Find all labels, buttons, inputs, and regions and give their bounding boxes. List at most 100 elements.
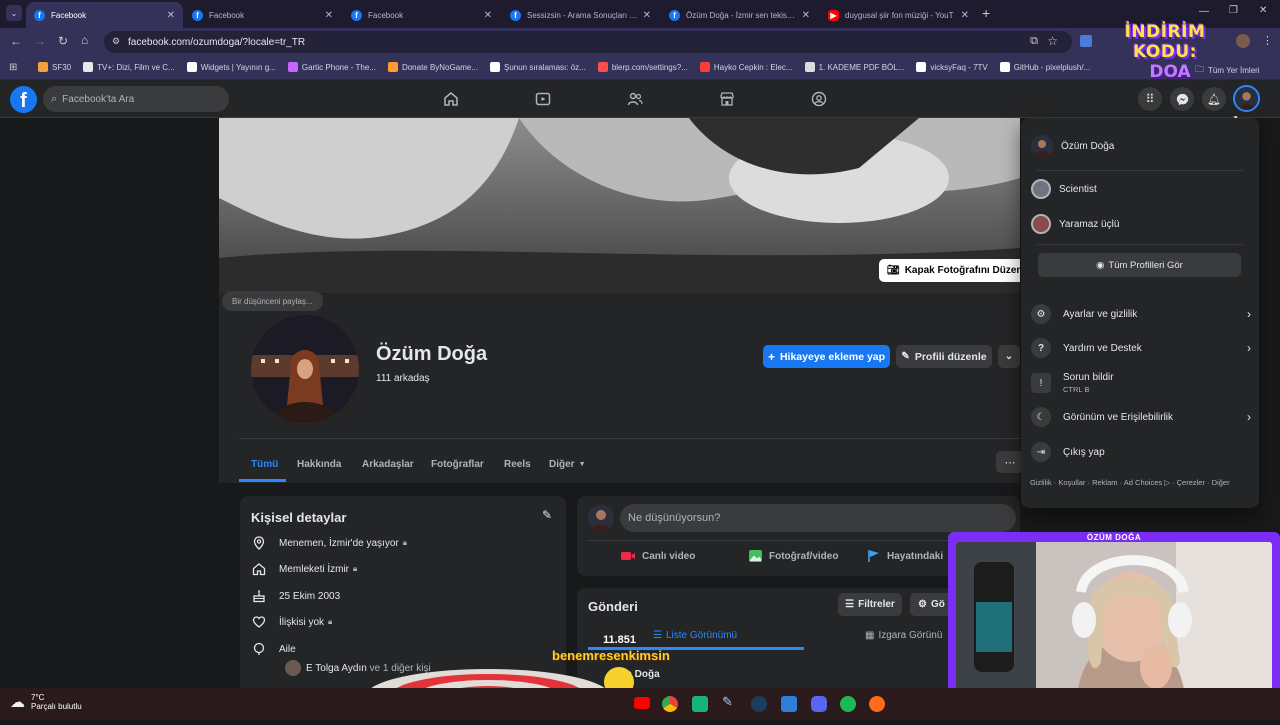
taskbar-app2-icon[interactable]	[781, 696, 797, 712]
taskbar-app3-icon[interactable]	[869, 696, 885, 712]
menu-footer-links[interactable]: Gizlilik · Koşullar · Reklam · Ad Choice…	[1030, 478, 1255, 488]
edit-profile-button[interactable]: ✎ Profili düzenle	[896, 345, 992, 368]
close-icon[interactable]: ✕	[484, 10, 492, 21]
photo-video-button[interactable]: Fotoğraf/video	[748, 549, 838, 563]
home-icon[interactable]: ⌂	[81, 33, 88, 47]
detail-text: Menemen, İzmir'de yaşıyor	[279, 537, 399, 549]
friends-nav-icon[interactable]	[627, 91, 643, 107]
taskbar-app-icon[interactable]	[692, 696, 708, 712]
browser-tab[interactable]: f Facebook ✕	[184, 2, 341, 28]
close-icon[interactable]: ✕	[961, 10, 969, 21]
profile-option[interactable]: Scientist	[1031, 178, 1251, 200]
composer-avatar[interactable]	[588, 505, 614, 531]
taskbar-spotify-icon[interactable]	[840, 696, 856, 712]
browser-tab[interactable]: f Özüm Doğa - İzmir sen tekisn i... ✕	[661, 2, 818, 28]
new-tab-button[interactable]: +	[982, 5, 990, 21]
home-nav-icon[interactable]	[443, 91, 459, 107]
browser-tab[interactable]: ▶ duygusal şiir fon müziği - YouT ✕	[820, 2, 977, 28]
reload-icon[interactable]: ↻	[58, 34, 68, 48]
close-icon[interactable]: ✕	[802, 10, 810, 21]
menu-logout[interactable]: ⇥ Çıkış yap	[1031, 441, 1251, 463]
profile-option[interactable]: Yaramaz üçlü	[1031, 213, 1251, 235]
messenger-icon[interactable]	[1170, 87, 1194, 111]
bookmark-item[interactable]: Gartic Phone - The...	[287, 62, 376, 72]
groups-nav-icon[interactable]	[811, 91, 827, 107]
menu-report[interactable]: ! Sorun bildir CTRL B	[1031, 370, 1251, 396]
taskbar-discord-icon[interactable]	[811, 696, 827, 712]
browser-tab[interactable]: f Facebook ✕	[26, 2, 183, 28]
profile-option[interactable]: Özüm Doğa	[1031, 134, 1251, 158]
taskbar-chrome-icon[interactable]	[662, 696, 678, 712]
add-story-button[interactable]: + Hikayeye ekleme yap	[763, 345, 890, 368]
facebook-search[interactable]: ⌕ Facebook'ta Ara	[43, 86, 229, 112]
tab-friends[interactable]: Arkadaşlar	[362, 459, 414, 470]
account-avatar[interactable]	[1233, 85, 1260, 112]
video-nav-icon[interactable]	[535, 91, 551, 107]
bookmark-item[interactable]: TV+: Dizi, Film ve C...	[83, 62, 175, 72]
list-view-tab[interactable]: ☰ Liste Görünümü	[653, 630, 737, 641]
live-video-button[interactable]: Canlı video	[620, 549, 695, 563]
filters-button[interactable]: ☰ Filtreler	[838, 593, 902, 616]
friends-count[interactable]: 111 arkadaş	[376, 373, 430, 384]
life-event-button[interactable]: Hayatındaki	[867, 549, 943, 563]
bookmark-item[interactable]: Donate ByNoGame...	[387, 62, 478, 72]
facebook-icon: f	[351, 9, 362, 21]
bookmark-favicon-icon	[287, 62, 298, 72]
thought-bubble[interactable]: Bir düşünceni paylaş...	[222, 291, 323, 311]
menu-help[interactable]: ? Yardım ve Destek ›	[1031, 337, 1251, 359]
maximize-button[interactable]: ❐	[1229, 5, 1238, 16]
edit-pencil-icon[interactable]: ✎	[542, 508, 552, 522]
notifications-bell-icon[interactable]: 🔔︎	[1202, 87, 1226, 111]
cover-photo[interactable]: 📷︎ Kapak Fotoğrafını Düzenle	[219, 118, 1020, 293]
bookmark-item[interactable]: Şunun sıralaması: öz...	[490, 62, 586, 72]
more-options-button[interactable]: ⌄	[998, 345, 1020, 368]
detail-birthday: 25 Ekim 2003	[252, 589, 340, 603]
taskbar-youtube-icon[interactable]	[634, 697, 650, 709]
close-window-button[interactable]: ✕	[1259, 5, 1267, 16]
bookmark-item[interactable]: 1. KADEME PDF BÖL...	[804, 62, 904, 72]
bookmark-item[interactable]: Widgets | Yayının g...	[186, 62, 276, 72]
tab-all[interactable]: Tümü	[251, 459, 278, 470]
facebook-logo[interactable]: f	[10, 86, 37, 113]
apps-grid-icon[interactable]: ⊞	[9, 62, 17, 73]
forward-icon[interactable]: →	[34, 34, 46, 48]
detail-relationship: İlişkisi yok 🔒︎	[252, 615, 332, 629]
taskbar-pen-icon[interactable]: ✎	[722, 694, 733, 710]
browser-tab[interactable]: f Sessizsin - Arama Sonuçları | Fa ✕	[502, 2, 659, 28]
composer-input[interactable]: Ne düşünüyorsun?	[620, 504, 1016, 532]
see-all-profiles-button[interactable]: ◉ Tüm Profilleri Gör	[1038, 253, 1241, 277]
grid-view-tab[interactable]: ▦ Izgara Görünü	[865, 630, 942, 641]
menu-settings[interactable]: ⚙ Ayarlar ve gizlilik ›	[1031, 303, 1251, 325]
tab-reels[interactable]: Reels	[504, 459, 531, 470]
tab-search-button[interactable]: ⌄	[6, 5, 22, 21]
tab-photos[interactable]: Fotoğraflar	[431, 459, 484, 470]
menu-icon[interactable]: ⋮	[1262, 34, 1273, 47]
tab-about[interactable]: Hakkında	[297, 459, 341, 470]
marketplace-nav-icon[interactable]	[719, 91, 735, 107]
bookmark-star-icon[interactable]: ☆	[1047, 34, 1058, 48]
menu-display[interactable]: ☾ Görünüm ve Erişilebilirlik ›	[1031, 406, 1251, 428]
install-icon[interactable]: ⧉	[1030, 35, 1038, 48]
taskbar-steam-icon[interactable]	[751, 696, 767, 712]
address-bar[interactable]: ⚙ facebook.com/ozumdoga/?locale=tr_TR ⧉ …	[104, 31, 1072, 53]
bookmark-item[interactable]: GitHub - pixelplush/...	[999, 62, 1090, 72]
minimize-button[interactable]: —	[1199, 6, 1209, 17]
menu-grid-icon[interactable]: ⠿	[1138, 87, 1162, 111]
tab-more[interactable]: Diğer ▼	[549, 459, 586, 470]
weather-widget[interactable]: ☁ 7°C Parçalı bulutlu	[10, 693, 82, 711]
bookmark-item[interactable]: vicksyFaq - 7TV	[916, 62, 988, 72]
profile-picture[interactable]	[248, 312, 362, 426]
browser-tab[interactable]: f Facebook ✕	[343, 2, 500, 28]
bookmark-favicon-icon	[490, 62, 500, 72]
bookmark-item[interactable]: Hayko Cepkin : Elec...	[699, 62, 793, 72]
edit-cover-button[interactable]: 📷︎ Kapak Fotoğrafını Düzenle	[879, 259, 1020, 282]
bookmark-item[interactable]: blerp.com/settings?...	[597, 62, 688, 72]
close-icon[interactable]: ✕	[325, 10, 333, 21]
close-icon[interactable]: ✕	[167, 10, 175, 21]
back-icon[interactable]: ←	[10, 34, 22, 48]
bookmark-item[interactable]: SF30	[38, 62, 71, 72]
site-info-icon[interactable]: ⚙	[112, 36, 120, 47]
edit-profile-label: Profili düzenle	[914, 350, 987, 363]
close-icon[interactable]: ✕	[643, 10, 651, 21]
tabs-more-button[interactable]: ⋯	[996, 451, 1024, 473]
